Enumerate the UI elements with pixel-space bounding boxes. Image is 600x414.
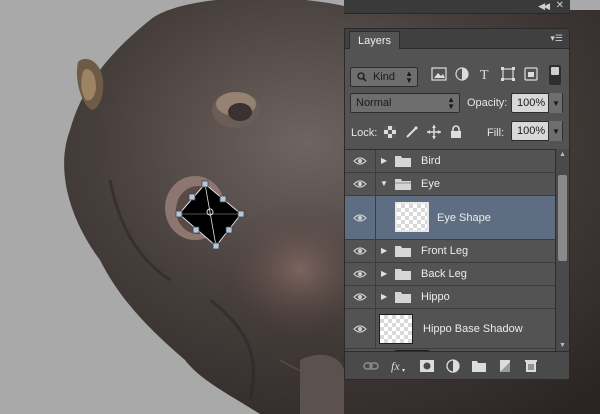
filter-kind-dropdown[interactable]: Kind ▲ ▼	[350, 67, 418, 87]
tab-layers[interactable]: Layers	[349, 31, 401, 49]
collapse-triangle-icon[interactable]: ▼	[380, 179, 388, 188]
link-layers-icon[interactable]	[363, 359, 379, 373]
new-layer-icon[interactable]	[497, 359, 513, 373]
svg-text:fx: fx	[391, 359, 400, 373]
filter-toggle[interactable]	[549, 65, 561, 85]
layer-name: Hippo	[421, 291, 450, 303]
visibility-eye-icon[interactable]	[353, 324, 367, 334]
layer-row-eye[interactable]: ▼ Eye	[345, 173, 555, 196]
panel-tab-bar: Layers ▾☰	[345, 29, 569, 49]
transform-handle[interactable]	[175, 210, 183, 218]
visibility-eye-icon[interactable]	[353, 292, 367, 302]
blend-mode-value: Normal	[356, 97, 392, 109]
fill-value: 100%	[517, 125, 546, 137]
opacity-field[interactable]: 100% ▼	[511, 93, 563, 113]
panel-menu-icon[interactable]: ▾☰	[550, 33, 563, 44]
pixel-filter-icon[interactable]	[431, 67, 447, 81]
collapse-panel-icon[interactable]: ◀◀	[538, 1, 550, 12]
transform-handle[interactable]	[237, 210, 245, 218]
panel-dock-bar: ◀◀ ✕	[344, 0, 570, 14]
scroll-down-icon[interactable]: ▼	[559, 342, 566, 349]
spinner-arrows-icon: ▲ ▼	[405, 69, 413, 85]
layer-name: Hippo Base Shadow	[423, 323, 523, 335]
layer-row-hippo[interactable]: ▶ Hippo	[345, 286, 555, 309]
scrollbar-thumb[interactable]	[558, 175, 567, 261]
transform-handle[interactable]	[201, 180, 209, 188]
shape-filter-icon[interactable]	[500, 67, 516, 81]
spinner-arrows-icon: ▲ ▼	[447, 95, 455, 111]
layer-list: ▶ Bird ▼ Eye Eye Shape ▶ Front Leg ▶ Bac…	[345, 149, 555, 351]
folder-icon	[395, 292, 411, 303]
scroll-up-icon[interactable]: ▲	[559, 151, 566, 158]
blend-mode-dropdown[interactable]: Normal ▲ ▼	[350, 93, 460, 113]
layer-name: Bird	[421, 155, 441, 167]
mask-icon[interactable]	[419, 359, 435, 373]
svg-text:▾: ▾	[402, 368, 405, 373]
visibility-eye-icon[interactable]	[353, 246, 367, 256]
layer-name: Back Leg	[421, 268, 467, 280]
lock-all-icon[interactable]	[449, 125, 463, 139]
layer-name: Eye	[421, 178, 440, 190]
visibility-eye-icon[interactable]	[353, 179, 367, 189]
layer-row-bird[interactable]: ▶ Bird	[345, 150, 555, 173]
visibility-eye-icon[interactable]	[353, 269, 367, 279]
layers-panel: Layers ▾☰ Kind ▲ ▼ T Normal ▲ ▼ Opacity: 1…	[344, 28, 570, 380]
transform-handle[interactable]	[192, 226, 200, 234]
adjustment-filter-icon[interactable]	[454, 67, 470, 81]
transform-handle[interactable]	[219, 195, 227, 203]
expand-triangle-icon[interactable]: ▶	[381, 156, 387, 165]
folder-icon	[395, 156, 411, 167]
opacity-value: 100%	[517, 97, 546, 109]
folder-icon	[395, 269, 411, 280]
layer-name: Front Leg	[421, 245, 469, 257]
layer-row-front-leg[interactable]: ▶ Front Leg	[345, 240, 555, 263]
layer-thumbnail[interactable]	[379, 314, 413, 344]
smart-object-filter-icon[interactable]	[523, 67, 539, 81]
layer-row-eye-shape[interactable]: Eye Shape	[345, 196, 555, 240]
transform-handle[interactable]	[188, 193, 196, 201]
trash-icon[interactable]	[523, 359, 539, 373]
lock-position-icon[interactable]	[427, 125, 441, 139]
close-panel-icon[interactable]: ✕	[556, 0, 564, 11]
layer-list-scrollbar[interactable]: ▲ ▼	[555, 149, 569, 351]
opacity-dropdown-arrow-icon[interactable]: ▼	[548, 93, 562, 113]
layer-row-hippo-base-shadow[interactable]: Hippo Base Shadow	[345, 309, 555, 349]
layer-thumbnail[interactable]	[395, 202, 429, 232]
visibility-eye-icon[interactable]	[353, 213, 367, 223]
layer-name: Eye Shape	[437, 212, 491, 224]
visibility-eye-icon[interactable]	[353, 156, 367, 166]
svg-text:T: T	[480, 68, 489, 81]
fill-dropdown-arrow-icon[interactable]: ▼	[548, 121, 562, 141]
transform-handle[interactable]	[212, 242, 220, 250]
open-folder-icon	[395, 179, 411, 190]
fill-field[interactable]: 100% ▼	[511, 121, 563, 141]
fx-icon[interactable]: fx ▾	[391, 359, 407, 373]
search-icon	[357, 72, 367, 82]
layer-row-back-leg[interactable]: ▶ Back Leg	[345, 263, 555, 286]
lock-label: Lock:	[351, 127, 378, 139]
fill-label: Fill:	[487, 127, 505, 139]
expand-triangle-icon[interactable]: ▶	[381, 269, 387, 278]
folder-icon	[395, 246, 411, 257]
layers-bottom-toolbar: fx ▾	[345, 351, 569, 379]
opacity-label: Opacity:	[467, 97, 508, 109]
adjustment-layer-icon[interactable]	[445, 359, 461, 373]
lock-transparent-pixels-icon[interactable]	[383, 125, 397, 139]
filter-kind-label: Kind	[373, 71, 396, 83]
lock-image-pixels-icon[interactable]	[405, 125, 419, 139]
expand-triangle-icon[interactable]: ▶	[381, 246, 387, 255]
expand-triangle-icon[interactable]: ▶	[381, 292, 387, 301]
transform-handle[interactable]	[225, 226, 233, 234]
new-group-icon[interactable]	[471, 359, 487, 373]
type-filter-icon[interactable]: T	[477, 67, 493, 81]
